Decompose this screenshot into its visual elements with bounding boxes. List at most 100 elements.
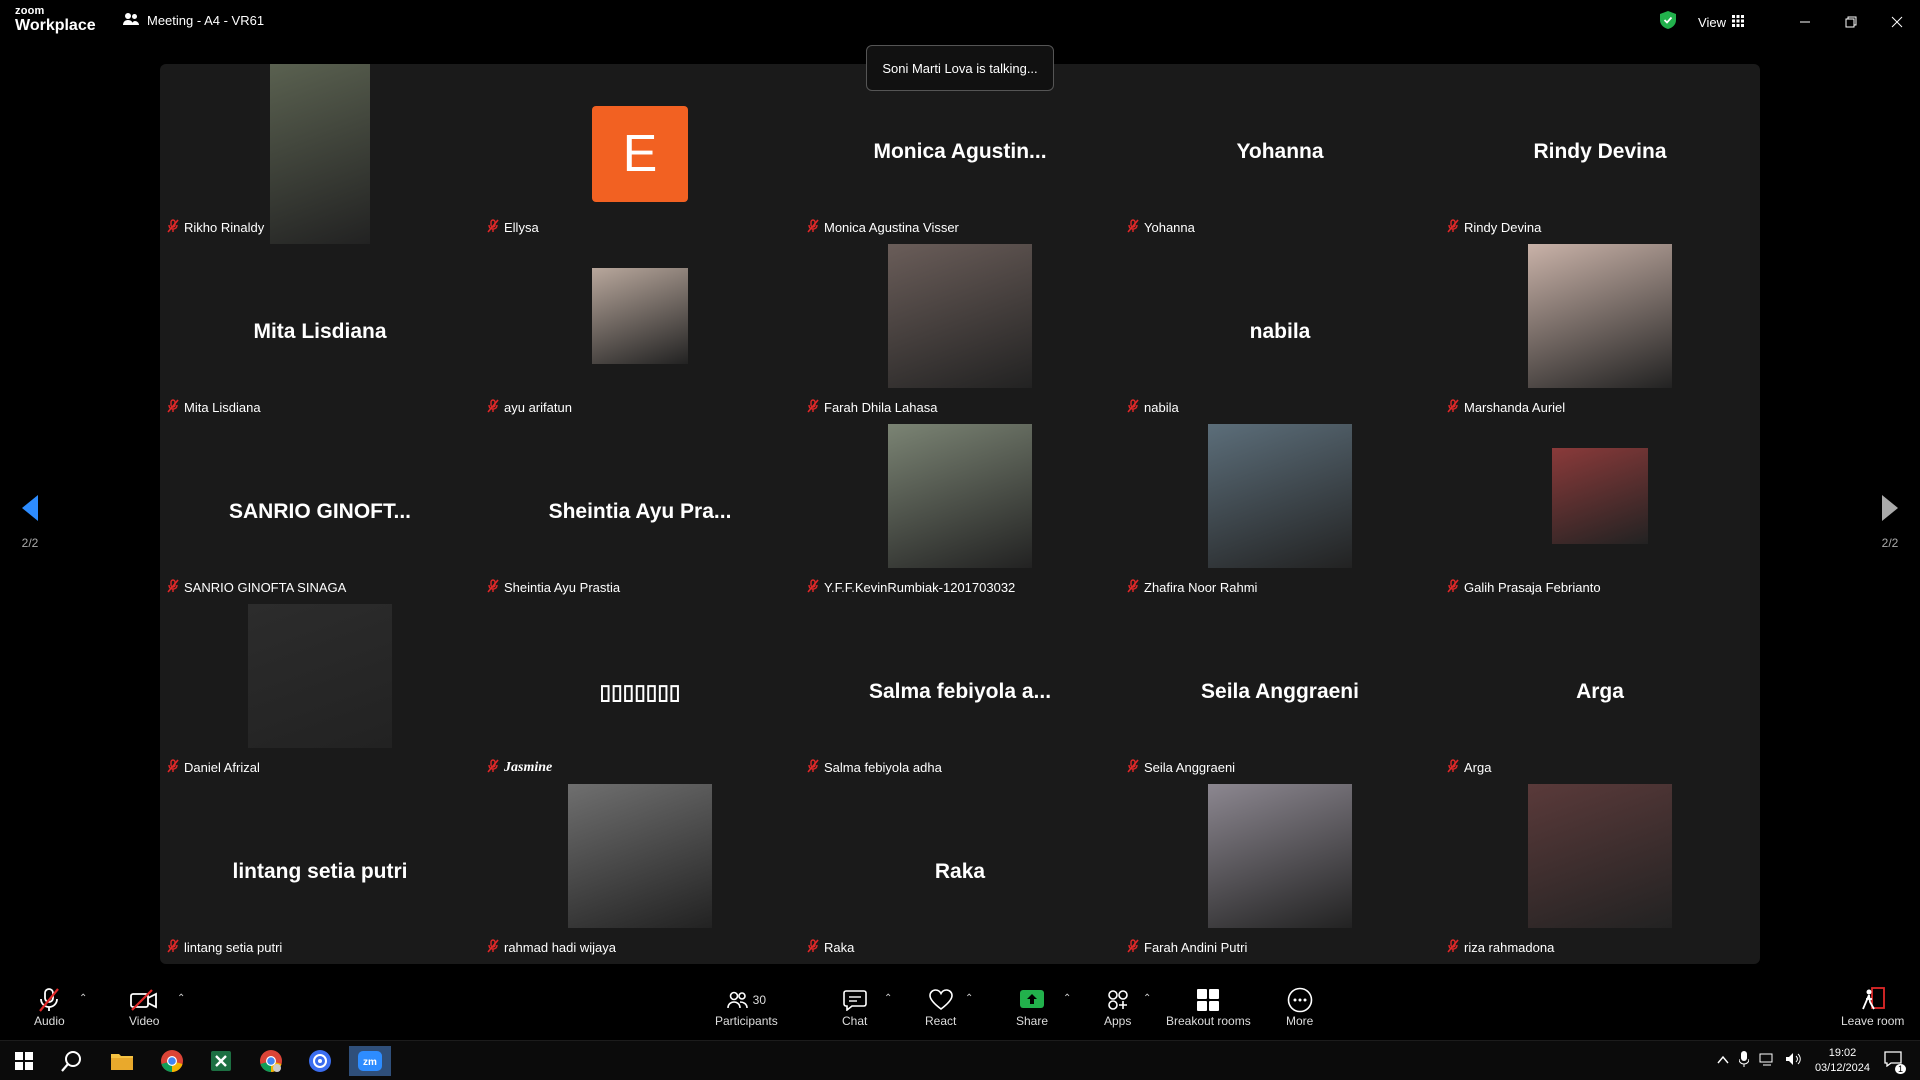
- chat-button[interactable]: Chat: [842, 986, 867, 1028]
- participant-video: [592, 268, 688, 364]
- participant-tile[interactable]: nabila nabila: [1120, 244, 1440, 424]
- close-button[interactable]: [1874, 0, 1920, 44]
- participant-tile[interactable]: rahmad hadi wijaya: [480, 784, 800, 964]
- participant-tile[interactable]: riza rahmadona: [1440, 784, 1760, 964]
- title-bar: zoom Workplace Meeting - A4 - VR61 View: [0, 0, 1920, 44]
- file-explorer-button[interactable]: [102, 1046, 142, 1076]
- leave-room-button[interactable]: Leave room: [1841, 986, 1904, 1028]
- audio-button[interactable]: Audio: [34, 986, 65, 1028]
- participant-name-label: Zhafira Noor Rahmi: [1126, 579, 1257, 596]
- participant-tile[interactable]: Rindy Devina Rindy Devina: [1440, 64, 1760, 244]
- participant-tile[interactable]: Seila Anggraeni Seila Anggraeni: [1120, 604, 1440, 784]
- participant-name: Y.F.F.KevinRumbiak-1201703032: [824, 580, 1016, 595]
- mic-muted-icon: [1126, 219, 1140, 236]
- participant-tile[interactable]: Yohanna Yohanna: [1120, 64, 1440, 244]
- participant-name: nabila: [1144, 400, 1179, 415]
- participant-tile[interactable]: Zhafira Noor Rahmi: [1120, 424, 1440, 604]
- video-button[interactable]: Video: [129, 986, 159, 1028]
- participant-tile[interactable]: Sheintia Ayu Pra... Sheintia Ayu Prastia: [480, 424, 800, 604]
- apps-label: Apps: [1104, 1014, 1132, 1028]
- meeting-info[interactable]: Meeting - A4 - VR61: [123, 12, 264, 29]
- participant-tile[interactable]: Raka Raka: [800, 784, 1120, 964]
- previous-page-button[interactable]: 2/2: [10, 495, 50, 550]
- apps-button[interactable]: Apps: [1104, 986, 1131, 1028]
- more-button[interactable]: More: [1286, 986, 1313, 1028]
- participant-display-name: Sheintia Ayu Pra...: [548, 500, 732, 523]
- notifications-button[interactable]: 1: [1884, 1050, 1906, 1074]
- talking-text: Soni Marti Lova is talking...: [882, 60, 1038, 76]
- participant-name: ayu arifatun: [504, 400, 572, 415]
- show-hidden-icons-icon[interactable]: [1717, 1052, 1729, 1070]
- participant-tile[interactable]: SANRIO GINOFT... SANRIO GINOFTA SINAGA: [160, 424, 480, 604]
- search-button[interactable]: [52, 1046, 92, 1076]
- participant-tile[interactable]: Galih Prasaja Febrianto: [1440, 424, 1760, 604]
- participant-display-name: SANRIO GINOFT...: [228, 500, 411, 523]
- participant-display-name: lintang setia putri: [232, 860, 408, 883]
- participants-icon-wrap: 30: [726, 986, 767, 1014]
- participant-name-label: ayu arifatun: [486, 399, 572, 416]
- browser-button[interactable]: [300, 1046, 340, 1076]
- brand-zoom: zoom: [15, 5, 45, 17]
- participants-count: 30: [752, 993, 767, 1007]
- share-button[interactable]: Share: [1016, 986, 1048, 1028]
- participant-name: Farah Andini Putri: [1144, 940, 1248, 955]
- audio-label: Audio: [34, 1014, 65, 1028]
- react-options-caret[interactable]: ⌃: [965, 993, 973, 1004]
- apps-options-caret[interactable]: ⌃: [1143, 993, 1151, 1004]
- more-icon: [1287, 986, 1313, 1014]
- participant-tile[interactable]: Farah Dhila Lahasa: [800, 244, 1120, 424]
- chrome-button[interactable]: [152, 1046, 192, 1076]
- participant-name-label: riza rahmadona: [1446, 939, 1554, 956]
- participant-name-label: lintang setia putri: [166, 939, 282, 956]
- participant-tile[interactable]: E Ellysa: [480, 64, 800, 244]
- meeting-controls: Audio ⌃ Video ⌃ 30 Participants Chat ⌃ R…: [0, 980, 1920, 1040]
- restore-button[interactable]: [1828, 0, 1874, 44]
- participants-button[interactable]: 30 Participants: [715, 986, 778, 1028]
- react-button[interactable]: React: [925, 986, 956, 1028]
- excel-button[interactable]: [201, 1046, 241, 1076]
- video-options-caret[interactable]: ⌃: [177, 993, 185, 1004]
- participant-name-label: Rindy Devina: [1446, 219, 1541, 236]
- clock[interactable]: 19:02 03/12/2024: [1815, 1046, 1870, 1076]
- participant-tile[interactable]: Farah Andini Putri: [1120, 784, 1440, 964]
- arrow-left-icon: [22, 495, 38, 521]
- view-button[interactable]: View: [1698, 14, 1744, 30]
- mic-muted-icon: [486, 579, 500, 596]
- audio-options-caret[interactable]: ⌃: [79, 993, 87, 1004]
- volume-icon[interactable]: [1785, 1052, 1803, 1071]
- minimize-button[interactable]: [1782, 0, 1828, 44]
- participant-display-name: Seila Anggraeni: [1201, 680, 1359, 703]
- participant-display-name: Monica Agustin...: [873, 140, 1047, 163]
- security-shield-icon[interactable]: [1660, 10, 1677, 34]
- participant-tile[interactable]: Y.F.F.KevinRumbiak-1201703032: [800, 424, 1120, 604]
- participant-tile[interactable]: Daniel Afrizal: [160, 604, 480, 784]
- folder-icon: [111, 1054, 133, 1070]
- participant-tile[interactable]: Monica Agustin... Monica Agustina Visser: [800, 64, 1120, 244]
- participant-tile[interactable]: Arga Arga: [1440, 604, 1760, 784]
- chat-label: Chat: [842, 1014, 868, 1028]
- participant-display-name: Rindy Devina: [1533, 140, 1667, 163]
- participant-tile[interactable]: Salma febiyola a... Salma febiyola adha: [800, 604, 1120, 784]
- close-icon: [1891, 16, 1903, 28]
- participant-tile[interactable]: lintang setia putri lintang setia putri: [160, 784, 480, 964]
- participant-tile[interactable]: ▯▯▯▯▯▯▯ Jasmine: [480, 604, 800, 784]
- view-label: View: [1698, 14, 1726, 30]
- chrome-profile-button[interactable]: [251, 1046, 291, 1076]
- breakout-rooms-button[interactable]: Breakout rooms: [1166, 986, 1251, 1028]
- share-options-caret[interactable]: ⌃: [1063, 993, 1071, 1004]
- participant-video: [248, 604, 392, 748]
- participant-name-label: Galih Prasaja Febrianto: [1446, 579, 1601, 596]
- participant-tile[interactable]: ayu arifatun: [480, 244, 800, 424]
- start-button[interactable]: [4, 1046, 44, 1076]
- next-page-button[interactable]: 2/2: [1870, 495, 1910, 550]
- chat-options-caret[interactable]: ⌃: [884, 993, 892, 1004]
- network-icon[interactable]: [1759, 1052, 1775, 1071]
- participant-tile[interactable]: Mita Lisdiana Mita Lisdiana: [160, 244, 480, 424]
- participant-tile[interactable]: Marshanda Auriel: [1440, 244, 1760, 424]
- browser-icon: [309, 1050, 331, 1072]
- zoom-taskbar-button[interactable]: zm: [349, 1046, 391, 1076]
- participant-video: [888, 424, 1032, 568]
- participant-tile[interactable]: Rikho Rinaldy: [160, 64, 480, 244]
- participant-name-label: Jasmine: [486, 759, 552, 776]
- microphone-tray-icon[interactable]: [1738, 1050, 1750, 1072]
